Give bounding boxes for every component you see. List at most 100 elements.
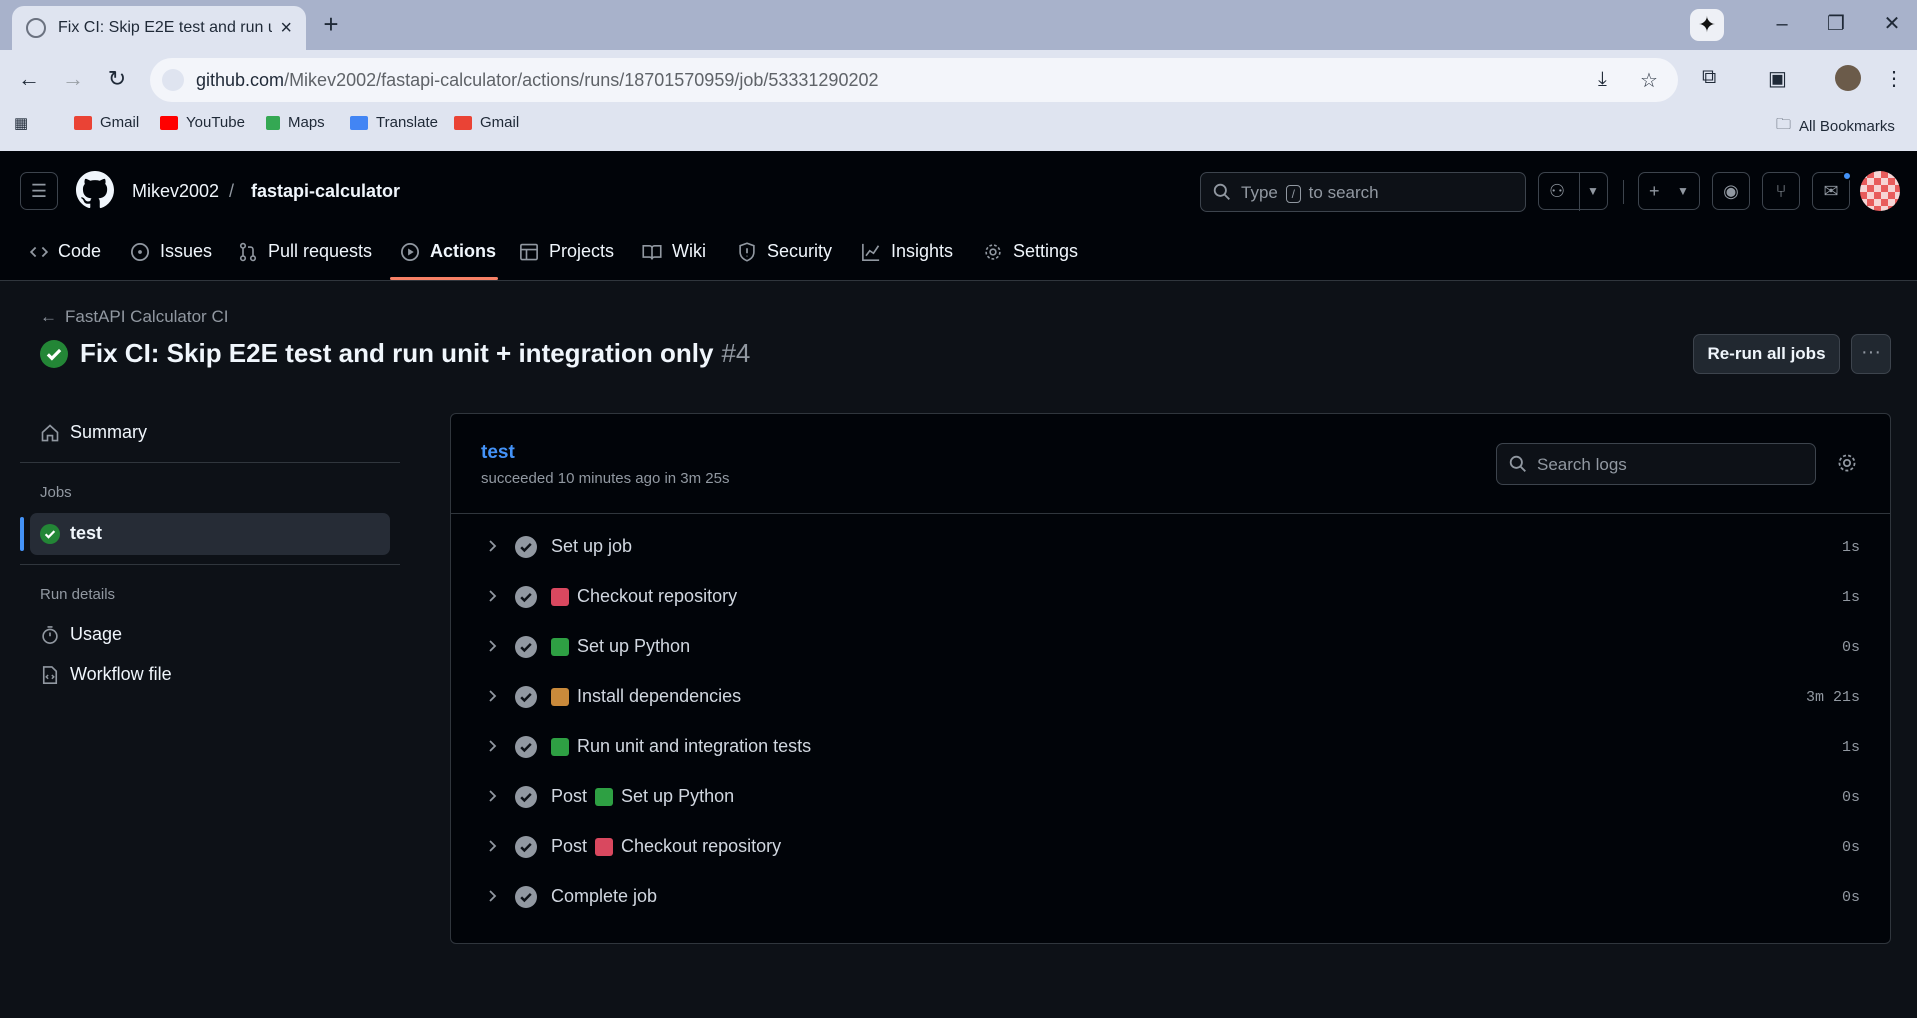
user-avatar[interactable] xyxy=(1860,171,1900,211)
bookmark-gmail-2[interactable]: Gmail xyxy=(454,114,519,131)
site-info-icon[interactable] xyxy=(162,69,184,91)
sidebar-usage[interactable]: Usage xyxy=(40,624,122,645)
url-path: /Mikev2002/fastapi-calculator/actions/ru… xyxy=(284,70,879,90)
browser-tab[interactable]: Fix CI: Skip E2E test and run unit + int… xyxy=(12,6,306,50)
header-divider xyxy=(1623,180,1624,204)
copilot-icon: ⚇ xyxy=(1549,181,1566,201)
new-tab-button[interactable]: + xyxy=(316,10,346,40)
log-settings-gear-icon[interactable] xyxy=(1836,452,1858,474)
bookmark-youtube[interactable]: YouTube xyxy=(160,114,245,131)
install-app-icon[interactable]: ⤓ xyxy=(1598,68,1607,91)
window-close-icon[interactable]: ✕ xyxy=(1872,10,1912,38)
global-search-input[interactable]: Type / to search xyxy=(1200,172,1526,212)
step-duration: 1s xyxy=(1841,539,1860,556)
chevron-right-icon[interactable] xyxy=(484,588,500,604)
job-step-row[interactable]: Run unit and integration tests 1s xyxy=(451,722,1890,772)
chevron-right-icon[interactable] xyxy=(484,788,500,804)
search-shortcut-key: / xyxy=(1285,185,1301,203)
reload-icon[interactable]: ↻ xyxy=(102,66,132,92)
tab-actions[interactable]: Actions xyxy=(400,241,496,262)
table-icon xyxy=(520,243,538,260)
more-options-icon[interactable]: ··· xyxy=(1851,334,1891,374)
job-step-row[interactable]: Post Set up Python 0s xyxy=(451,772,1890,822)
step-success-icon xyxy=(515,586,537,608)
step-label: Checkout repository xyxy=(621,836,782,856)
address-bar[interactable]: github.com/Mikev2002/fastapi-calculator/… xyxy=(150,58,1678,102)
pull-request-icon xyxy=(239,242,257,261)
forward-arrow-icon[interactable]: → xyxy=(58,66,88,92)
close-tab-icon[interactable]: × xyxy=(280,18,292,38)
step-label-row: Run unit and integration tests xyxy=(551,736,811,757)
tab-insights[interactable]: Insights xyxy=(861,241,953,262)
job-step-row[interactable]: Post Checkout repository 0s xyxy=(451,822,1890,872)
jobs-heading: Jobs xyxy=(40,484,72,501)
back-to-workflow-link[interactable]: ← FastAPI Calculator CI xyxy=(40,307,228,327)
create-new-button[interactable]: + ▼ xyxy=(1638,172,1700,210)
chevron-right-icon[interactable] xyxy=(484,688,500,704)
package-icon xyxy=(551,687,569,706)
tab-settings[interactable]: Settings xyxy=(983,241,1078,262)
step-success-icon xyxy=(515,786,537,808)
bookmark-maps[interactable]: Maps xyxy=(266,114,325,131)
tab-issues[interactable]: Issues xyxy=(130,241,212,262)
all-bookmarks-label: All Bookmarks xyxy=(1799,118,1895,135)
tab-projects[interactable]: Projects xyxy=(519,241,614,262)
code-icon xyxy=(30,246,48,257)
chevron-right-icon[interactable] xyxy=(484,838,500,854)
run-details-heading: Run details xyxy=(40,586,116,603)
inbox-tray-icon xyxy=(551,587,569,606)
sidebar-divider xyxy=(20,564,400,565)
sidebar-job-label: test xyxy=(70,523,103,543)
tab-title: Fix CI: Skip E2E test and run unit + int… xyxy=(58,19,272,36)
chevron-right-icon[interactable] xyxy=(484,738,500,754)
extensions-icon[interactable]: ⧉ xyxy=(1702,66,1716,89)
tab-search-icon[interactable]: ▣ xyxy=(1768,66,1787,91)
step-duration: 1s xyxy=(1841,589,1860,606)
search-logs-input[interactable]: Search logs xyxy=(1496,443,1816,485)
tab-security[interactable]: Security xyxy=(737,241,832,262)
chrome-menu-icon[interactable]: ⋮ xyxy=(1884,66,1904,91)
chevron-right-icon[interactable] xyxy=(484,638,500,654)
github-logo-icon[interactable] xyxy=(76,171,114,209)
search-placeholder-pre: Type xyxy=(1241,183,1278,202)
youtube-icon xyxy=(160,115,178,130)
gemini-icon[interactable]: ✦ xyxy=(1690,9,1724,41)
pull-requests-icon[interactable]: ⑂ xyxy=(1762,172,1800,210)
job-name-link[interactable]: test xyxy=(481,442,515,464)
sidebar-workflow-file[interactable]: Workflow file xyxy=(40,664,172,685)
bookmark-gmail[interactable]: Gmail xyxy=(74,114,139,131)
chevron-right-icon[interactable] xyxy=(484,538,500,554)
rerun-all-jobs-button[interactable]: Re-run all jobs xyxy=(1693,334,1840,374)
gear-icon xyxy=(985,243,1001,260)
restore-icon[interactable]: ❐ xyxy=(1816,10,1856,38)
step-label-row: Set up job xyxy=(551,536,632,557)
folder-icon: 🗀 xyxy=(1776,116,1792,133)
copilot-button[interactable]: ⚇ ▼ xyxy=(1538,172,1608,211)
sidebar-job-test[interactable]: test xyxy=(40,523,102,544)
repo-owner-link[interactable]: Mikev2002 xyxy=(132,181,219,202)
sidebar-summary[interactable]: Summary xyxy=(40,422,147,443)
bookmark-translate[interactable]: Translate xyxy=(350,114,438,131)
hamburger-menu-icon[interactable]: ☰ xyxy=(20,172,58,210)
apps-grid-icon[interactable]: ▦ xyxy=(14,114,28,132)
job-step-row[interactable]: Set up Python 0s xyxy=(451,622,1890,672)
tab-label: Code xyxy=(58,241,102,261)
tab-pull-requests[interactable]: Pull requests xyxy=(238,241,372,262)
back-arrow-icon[interactable]: ← xyxy=(14,66,44,92)
minimize-icon[interactable]: – xyxy=(1762,10,1802,38)
step-label-row: Install dependencies xyxy=(551,686,741,707)
job-step-row[interactable]: Install dependencies 3m 21s xyxy=(451,672,1890,722)
job-step-row[interactable]: Complete job 0s xyxy=(451,872,1890,922)
run-title-row: Fix CI: Skip E2E test and run unit + int… xyxy=(40,338,750,369)
repo-name-link[interactable]: fastapi-calculator xyxy=(251,181,400,202)
tab-wiki[interactable]: Wiki xyxy=(642,241,706,262)
profile-avatar[interactable] xyxy=(1835,65,1861,91)
chevron-right-icon[interactable] xyxy=(484,888,500,904)
issues-icon[interactable]: ◉ xyxy=(1712,172,1750,210)
step-success-icon xyxy=(515,686,537,708)
bookmark-star-icon[interactable]: ☆ xyxy=(1640,68,1658,93)
job-step-row[interactable]: Checkout repository 1s xyxy=(451,572,1890,622)
job-step-row[interactable]: Set up job 1s xyxy=(451,522,1890,572)
all-bookmarks[interactable]: 🗀 All Bookmarks xyxy=(1776,114,1895,139)
tab-code[interactable]: Code xyxy=(30,241,101,262)
